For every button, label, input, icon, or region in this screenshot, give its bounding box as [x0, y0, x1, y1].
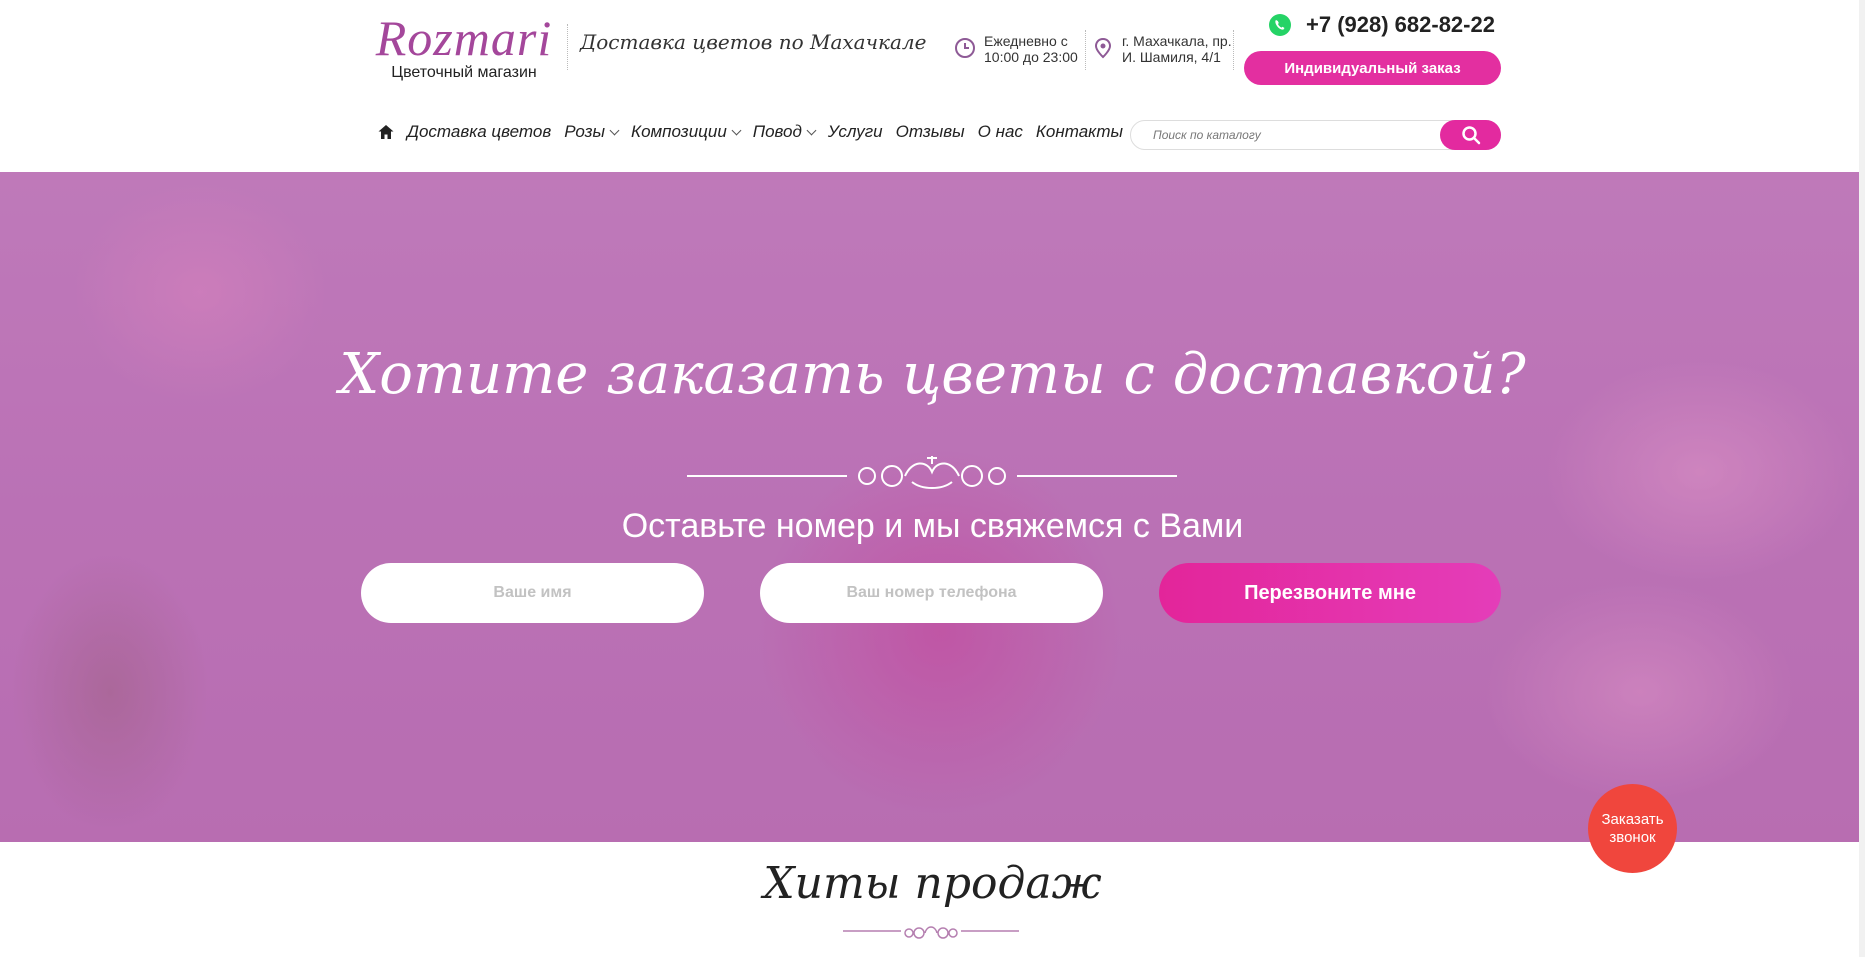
phone-block[interactable]: +7 (928) 682-82-22	[1268, 12, 1495, 38]
whatsapp-icon[interactable]	[1268, 13, 1292, 37]
divider	[567, 24, 568, 70]
logo-subtitle: Цветочный магазин	[391, 64, 537, 81]
tagline: Доставка цветов по Махачкале	[580, 30, 927, 54]
callback-submit-button[interactable]: Перезвоните мне	[1159, 563, 1501, 623]
chevron-down-icon	[731, 125, 742, 135]
working-hours: Ежедневно с 10:00 до 23:00	[954, 33, 1078, 65]
chevron-down-icon	[806, 125, 817, 135]
individual-order-button[interactable]: Индивидуальный заказ	[1244, 51, 1501, 85]
nav-item-reviews[interactable]: Отзывы	[896, 122, 965, 142]
clock-icon	[955, 38, 975, 58]
nav-item-roses[interactable]: Розы	[564, 122, 620, 142]
nav-item-about[interactable]: О нас	[978, 122, 1023, 142]
site-header: Rozmari Цветочный магазин Доставка цвето…	[0, 0, 1865, 172]
search-button[interactable]	[1440, 120, 1501, 150]
phone-number[interactable]: +7 (928) 682-82-22	[1306, 12, 1495, 38]
logo-title: Rozmari	[375, 10, 553, 66]
callback-line2: звонок	[1609, 828, 1656, 846]
nav-item-occasion[interactable]: Повод	[753, 122, 817, 142]
ornament-divider	[687, 456, 1177, 489]
address: г. Махачкала, пр. И. Шамиля, 4/1	[1092, 33, 1232, 65]
nav-item-services[interactable]: Услуги	[828, 122, 883, 142]
nav-item-contacts[interactable]: Контакты	[1036, 122, 1123, 142]
hero-title: Хотите заказать цветы с доставкой?	[339, 342, 1526, 407]
chevron-down-icon	[609, 125, 620, 135]
address-line2: И. Шамиля, 4/1	[1122, 49, 1221, 65]
nav-item-delivery[interactable]: Доставка цветов	[407, 122, 551, 142]
hero-section: Хотите заказать цветы с доставкой? Остав…	[0, 172, 1865, 842]
scrollbar[interactable]	[1859, 0, 1865, 957]
callback-widget[interactable]: Заказать звонок	[1588, 784, 1677, 873]
main-nav: Доставка цветов Розы Композиции Повод Ус…	[377, 122, 1136, 142]
phone-field[interactable]	[760, 563, 1103, 623]
hits-title: Хиты продаж	[763, 858, 1102, 909]
name-field[interactable]	[361, 563, 704, 623]
home-icon[interactable]	[377, 123, 395, 141]
hours-line2: 10:00 до 23:00	[984, 49, 1078, 65]
callback-line1: Заказать	[1601, 810, 1664, 828]
search-bar	[1130, 120, 1501, 150]
hours-line1: Ежедневно с	[984, 33, 1068, 49]
address-line1: г. Махачкала, пр.	[1122, 33, 1232, 49]
divider	[1233, 30, 1234, 70]
nav-item-compositions[interactable]: Композиции	[631, 122, 742, 142]
hero-subtitle: Оставьте номер и мы свяжемся с Вами	[621, 507, 1244, 545]
hits-ornament	[843, 926, 1019, 939]
divider	[1085, 30, 1086, 70]
search-icon	[1461, 126, 1480, 145]
logo[interactable]: Rozmari Цветочный магазин	[364, 10, 564, 82]
search-input[interactable]	[1153, 128, 1413, 142]
location-pin-icon	[1094, 37, 1112, 59]
